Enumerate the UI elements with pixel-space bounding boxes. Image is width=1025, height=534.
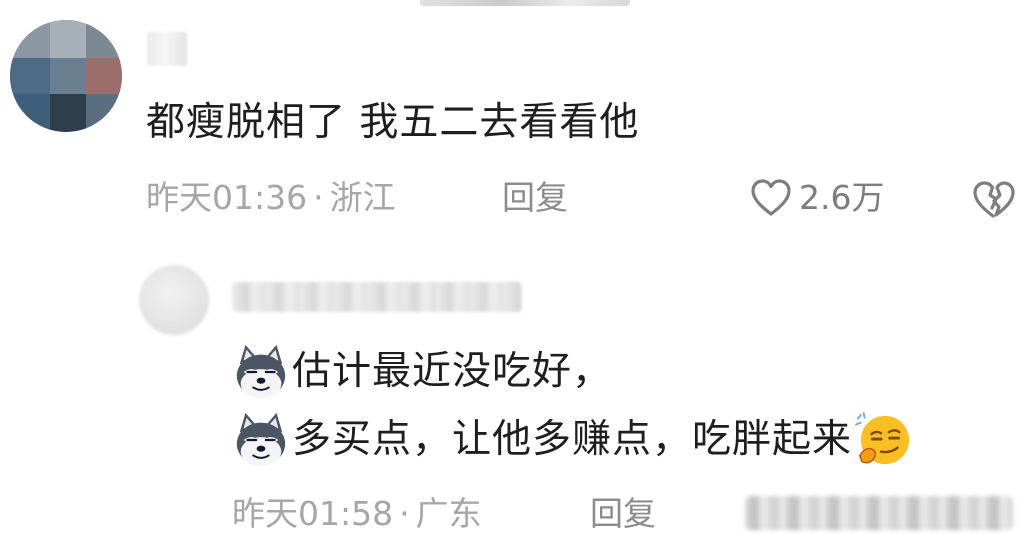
reply-meta: 昨天01:58 · 广东 xyxy=(232,492,482,534)
meta-separator: · xyxy=(399,494,410,533)
blurred-actions xyxy=(745,496,1013,530)
broken-heart-icon xyxy=(973,181,1015,218)
reply-line-1: 估计最近没吃好， xyxy=(292,349,613,394)
comment-time: 昨天01:36 xyxy=(146,178,308,217)
dislike-button[interactable] xyxy=(972,180,1016,224)
reply-location: 广东 xyxy=(415,494,482,533)
username-blurred[interactable] xyxy=(147,32,187,66)
comment-thread: 都瘦脱相了 我五二去看看他 昨天01:36 · 浙江 回复 2.6万 估计最近没… xyxy=(0,0,1025,534)
like-count: 2.6万 xyxy=(799,178,885,217)
husky-dog-emoji-icon xyxy=(236,412,286,467)
reply-button[interactable]: 回复 xyxy=(502,176,568,220)
reply-text-line-1: 估计最近没吃好， xyxy=(232,343,612,401)
reply-text-line-2: 多买点，让他多赚点，吃胖起来 xyxy=(232,411,914,469)
like-button[interactable]: 2.6万 xyxy=(751,176,884,220)
smirk-thinking-emoji-icon xyxy=(855,412,910,465)
comment-meta: 昨天01:36 · 浙江 xyxy=(146,176,396,220)
avatar[interactable] xyxy=(10,20,122,132)
reply-line-2: 多买点，让他多赚点，吃胖起来 xyxy=(292,417,853,462)
heart-outline-icon xyxy=(751,179,791,216)
reply-username-blurred[interactable] xyxy=(232,282,522,312)
comment-text: 都瘦脱相了 我五二去看看他 xyxy=(146,100,640,145)
comment-location: 浙江 xyxy=(329,178,396,217)
husky-dog-emoji-icon xyxy=(236,344,286,399)
reply-button[interactable]: 回复 xyxy=(590,492,656,534)
cropped-header xyxy=(420,0,630,6)
reply-avatar[interactable] xyxy=(139,265,209,335)
meta-separator: · xyxy=(313,178,324,217)
reply-time: 昨天01:58 xyxy=(232,494,394,533)
